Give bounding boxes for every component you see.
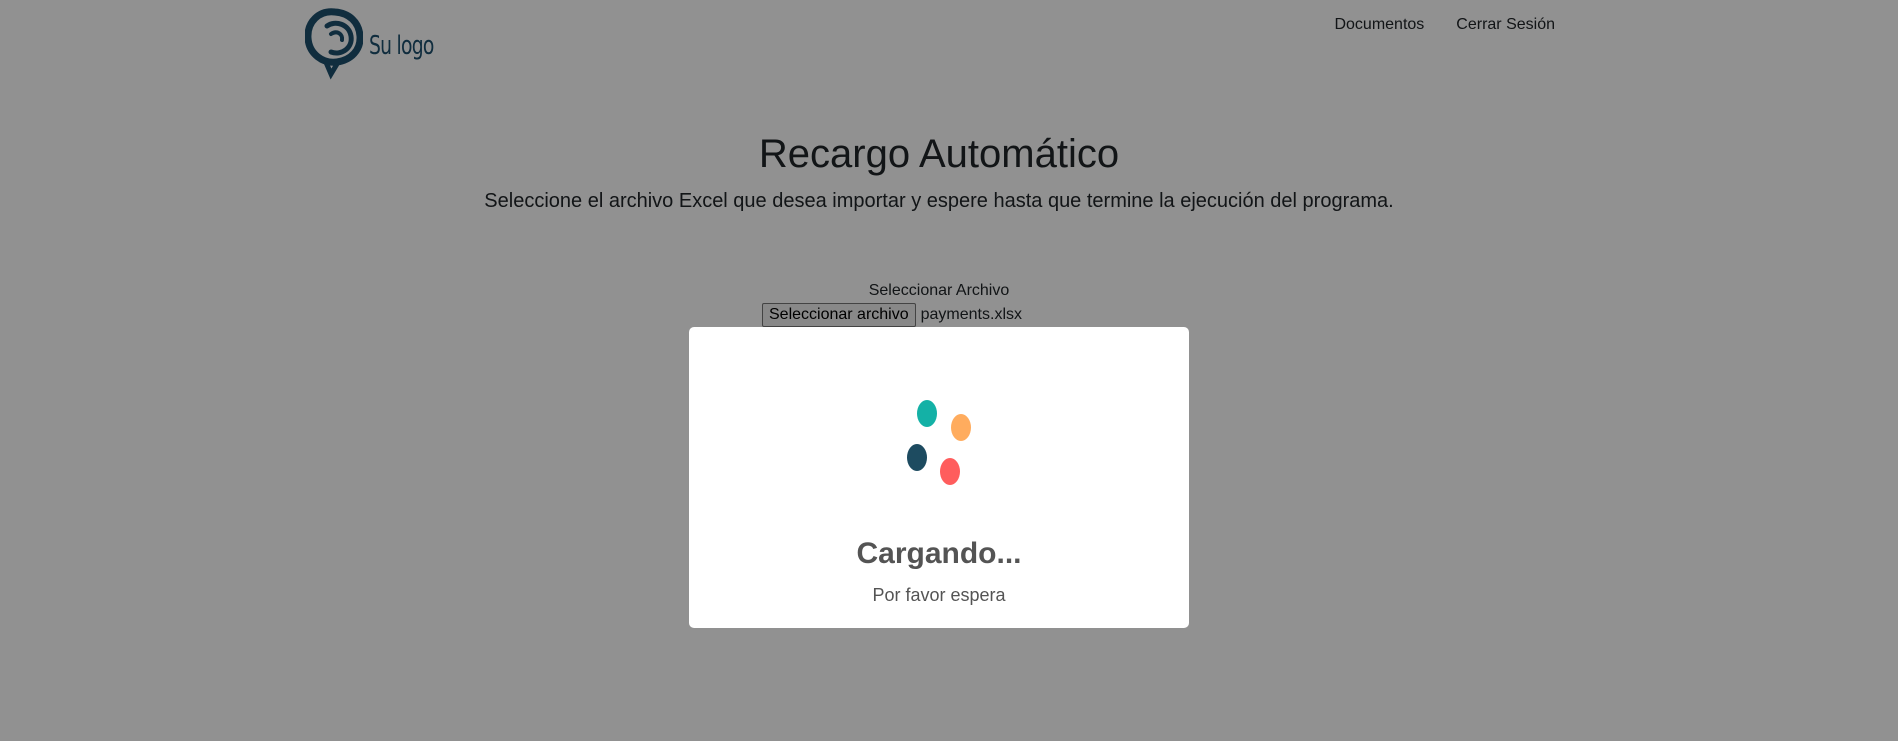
loading-title: Cargando... [856,537,1022,570]
page: Su logo Documentos Cerrar Sesión Recargo… [0,0,1898,741]
loading-modal: Cargando... Por favor espera [689,327,1189,628]
spinner-dot-teal [917,400,937,427]
spinner-dot-navy [907,444,927,471]
loading-spinner-icon [689,327,1189,485]
spinner-dot-red [940,458,960,485]
loading-text: Por favor espera [872,585,1006,605]
spinner-dot-orange [951,414,971,441]
